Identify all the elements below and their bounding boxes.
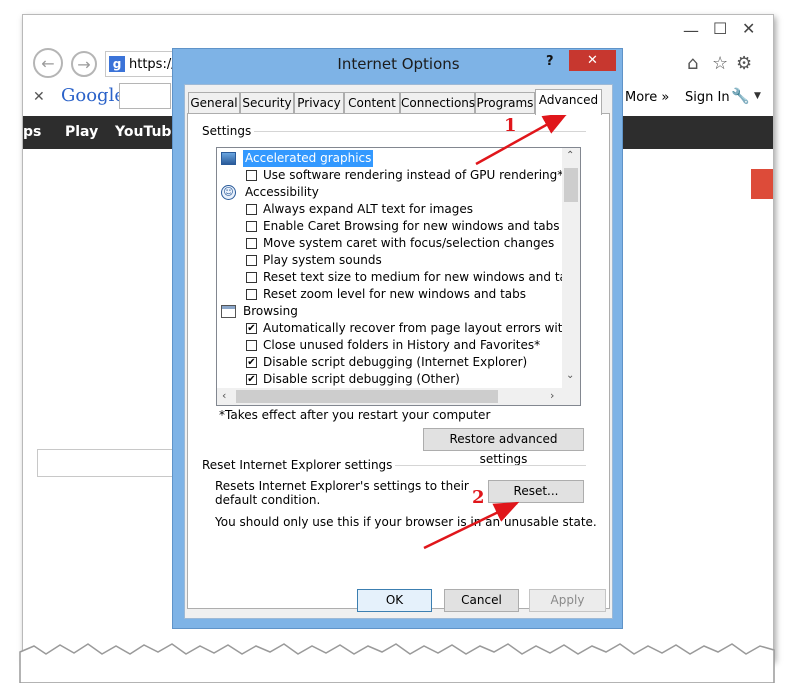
tab-advanced[interactable]: Advanced bbox=[535, 89, 602, 115]
arrow-1 bbox=[475, 112, 569, 166]
step-2-label: 2 bbox=[472, 487, 485, 508]
step-1-label: 1 bbox=[504, 115, 517, 136]
arrow-2 bbox=[423, 501, 520, 550]
annotation-arrows bbox=[423, 112, 569, 550]
